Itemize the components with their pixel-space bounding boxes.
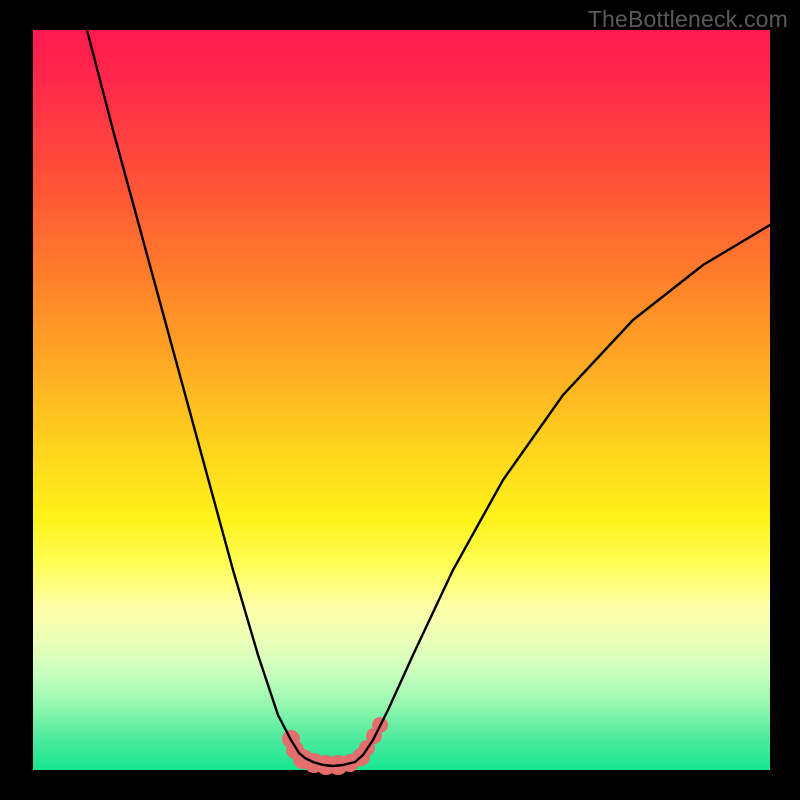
curve-svg xyxy=(33,30,770,770)
watermark-text: TheBottleneck.com xyxy=(588,6,788,33)
curve-left-branch xyxy=(87,30,313,762)
chart-frame: TheBottleneck.com xyxy=(0,0,800,800)
plot-area xyxy=(33,30,770,770)
curve-right-branch xyxy=(355,225,770,762)
